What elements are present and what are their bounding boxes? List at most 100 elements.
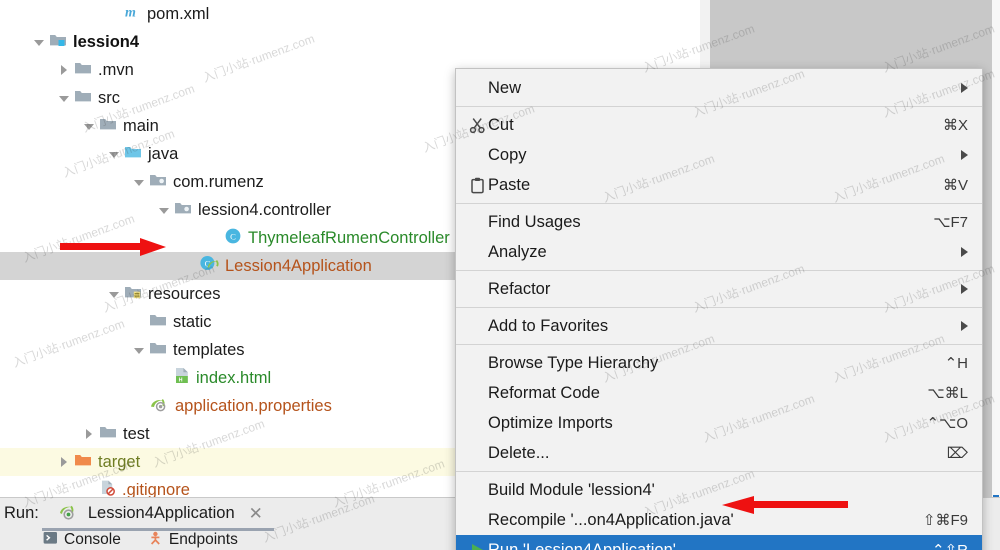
menu-separator	[456, 270, 982, 271]
svg-text:m: m	[125, 5, 136, 20]
chevron-down-icon[interactable]	[33, 36, 46, 49]
html-file-icon: H	[174, 367, 190, 389]
close-icon[interactable]: ✕	[249, 505, 263, 522]
run-subtab-label: Console	[64, 531, 121, 548]
folder-grey-icon	[99, 424, 117, 444]
menu-item[interactable]: Copy	[456, 140, 982, 170]
menu-item-shortcut: ⌃⌥O	[926, 415, 968, 432]
context-menu[interactable]: New Cut ⌘X Copy Paste ⌘V Find Usages ⌥F7 Analyze…	[455, 68, 983, 550]
menu-item[interactable]: Paste ⌘V	[456, 170, 982, 200]
menu-item-label: Cut	[488, 115, 514, 134]
chevron-right-icon[interactable]	[58, 64, 71, 77]
chevron-down-icon[interactable]	[133, 344, 146, 357]
tree-row-label: java	[148, 144, 179, 163]
tree-row-label: static	[173, 312, 212, 331]
menu-item[interactable]: Analyze	[456, 237, 982, 267]
ide-screenshot: m pom.xml lession4 .mvn src main java com.rumen…	[0, 0, 1000, 550]
run-subtab[interactable]: Console	[42, 530, 121, 550]
menu-item[interactable]: New	[456, 73, 982, 103]
menu-item-shortcut: ⇧⌘F9	[922, 512, 968, 529]
folder-grey-icon	[74, 88, 92, 108]
menu-item-shortcut: ⌦	[946, 445, 968, 462]
chevron-right-icon[interactable]	[83, 428, 96, 441]
tree-row-label: pom.xml	[147, 4, 210, 23]
tree-row[interactable]: m pom.xml	[0, 0, 700, 28]
tree-row[interactable]: lession4	[0, 28, 700, 56]
menu-item-label: Paste	[488, 175, 531, 194]
run-tab-name[interactable]: Lession4Application	[88, 504, 235, 523]
tree-twisty-spacer	[133, 400, 146, 413]
tree-row-label: com.rumenz	[173, 172, 264, 191]
chevron-down-icon[interactable]	[58, 92, 71, 105]
menu-item[interactable]: Build Module 'lession4'	[456, 475, 982, 505]
menu-item-label: Find Usages	[488, 212, 581, 231]
menu-item-label: New	[488, 78, 522, 97]
menu-item[interactable]: Find Usages ⌥F7	[456, 207, 982, 237]
tree-row-label: target	[98, 452, 141, 471]
menu-item-label: Reformat Code	[488, 383, 600, 402]
menu-item[interactable]: Reformat Code ⌥⌘L	[456, 378, 982, 408]
menu-item-label: Optimize Imports	[488, 413, 613, 432]
menu-separator	[456, 203, 982, 204]
chevron-right-icon[interactable]	[58, 456, 71, 469]
menu-item[interactable]: Optimize Imports ⌃⌥O	[456, 408, 982, 438]
submenu-arrow-icon	[961, 284, 968, 294]
menu-separator	[456, 307, 982, 308]
spring-boot-run-config-icon	[57, 502, 76, 526]
maven-file-icon: m	[124, 3, 141, 25]
tree-twisty-spacer	[183, 260, 196, 273]
run-subtab[interactable]: Endpoints	[147, 530, 238, 550]
menu-item-shortcut: ⌘V	[942, 177, 968, 194]
tree-row-label: .mvn	[98, 60, 134, 79]
chevron-down-icon[interactable]	[108, 148, 121, 161]
tree-row-label: main	[123, 116, 159, 135]
run-tab-underline	[42, 528, 274, 531]
tree-row-label: lession4.controller	[198, 200, 331, 219]
tree-row-label: index.html	[196, 368, 272, 387]
annotation-arrow-tree	[60, 238, 168, 256]
chevron-down-icon[interactable]	[108, 288, 121, 301]
tree-scrollbar-track[interactable]	[992, 0, 1000, 535]
menu-item[interactable]: Add to Favorites	[456, 311, 982, 341]
menu-item-shortcut: ⌃⇧R	[918, 541, 968, 550]
chevron-down-icon[interactable]	[83, 120, 96, 133]
menu-item-shortcut: ⌘X	[942, 117, 968, 134]
tree-row-label: src	[98, 88, 120, 107]
endpoints-icon	[147, 530, 164, 550]
submenu-arrow-icon	[961, 83, 968, 93]
package-icon	[174, 200, 192, 220]
submenu-arrow-icon	[961, 247, 968, 257]
folder-grey-icon	[99, 116, 117, 136]
chevron-down-icon[interactable]	[158, 204, 171, 217]
menu-separator	[456, 471, 982, 472]
tree-row-label: .gitignore	[122, 480, 190, 497]
menu-item[interactable]: Refactor	[456, 274, 982, 304]
run-toolwindow-title: Run:	[4, 504, 39, 522]
tree-row-label: templates	[173, 340, 245, 359]
menu-item[interactable]: Run 'Lession4Application' ⌃⇧R	[456, 535, 982, 550]
tree-row-label: lession4	[73, 32, 140, 51]
menu-item[interactable]: Recompile '...on4Application.java' ⇧⌘F9	[456, 505, 982, 535]
menu-item-shortcut: ⌥F7	[933, 214, 968, 231]
menu-item-label: Browse Type Hierarchy	[488, 353, 659, 372]
menu-separator	[456, 344, 982, 345]
module-folder-icon	[49, 32, 67, 52]
menu-item-label: Delete...	[488, 443, 550, 462]
menu-item-label: Copy	[488, 145, 527, 164]
svg-text:C: C	[230, 231, 236, 241]
chevron-down-icon[interactable]	[133, 176, 146, 189]
tree-twisty-spacer	[133, 316, 146, 329]
menu-item[interactable]: Browse Type Hierarchy ⌃H	[456, 348, 982, 378]
menu-item[interactable]: Cut ⌘X	[456, 110, 982, 140]
menu-item-shortcut: ⌃H	[944, 355, 968, 372]
svg-text:H: H	[179, 378, 183, 384]
menu-item[interactable]: Delete... ⌦	[456, 438, 982, 468]
menu-item-label: Analyze	[488, 242, 547, 261]
tree-twisty-spacer	[108, 8, 121, 21]
tree-twisty-spacer	[83, 484, 96, 497]
folder-grey-icon	[74, 60, 92, 80]
tree-row-label: application.properties	[175, 396, 332, 415]
spring-properties-icon	[149, 395, 169, 417]
folder-orange-icon	[74, 452, 92, 472]
folder-grey-icon	[149, 340, 167, 360]
